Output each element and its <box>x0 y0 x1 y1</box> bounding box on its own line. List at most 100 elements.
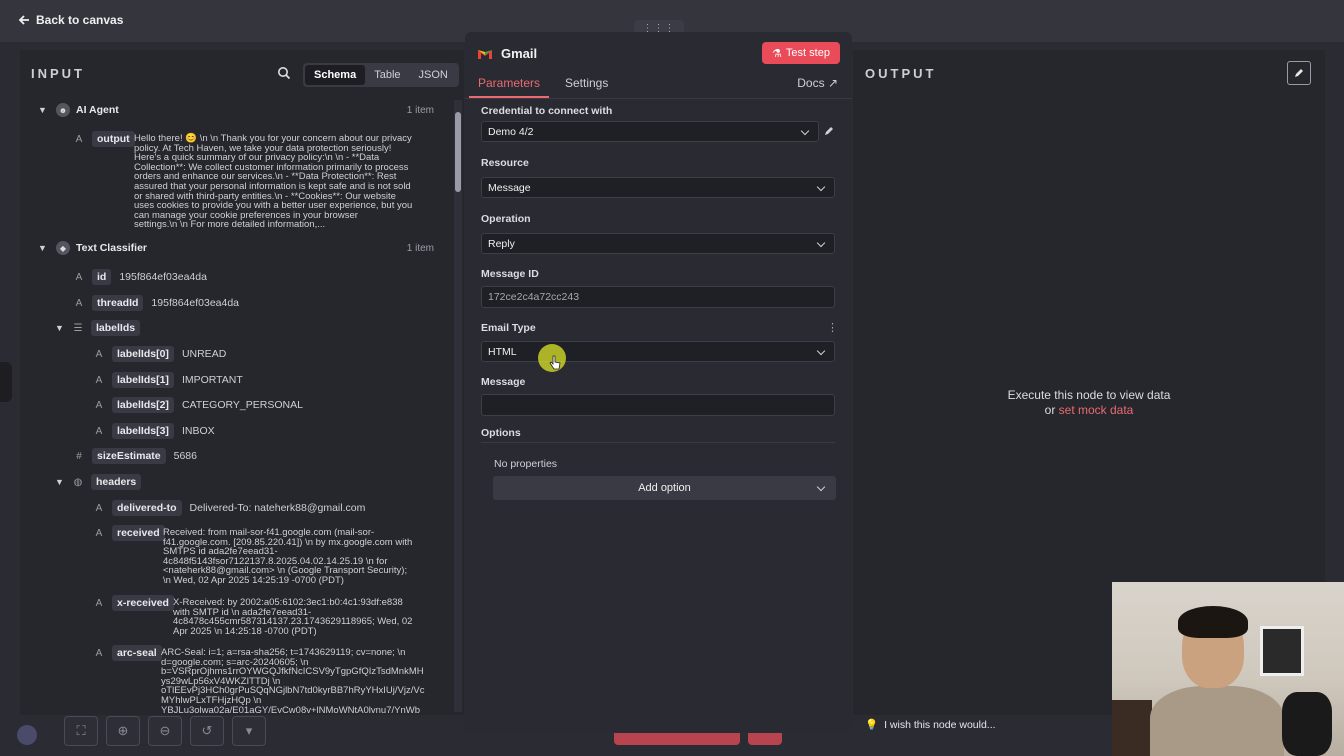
add-option-button[interactable]: Add option <box>493 476 836 500</box>
test-step-label: Test step <box>785 47 830 59</box>
text-classifier-label: Text Classifier <box>76 242 148 254</box>
string-type-icon: A <box>95 527 103 539</box>
view-table[interactable]: Table <box>365 65 409 85</box>
ai-agent-label: AI Agent <box>76 104 119 116</box>
execute-hint: Execute this node to view data <box>1007 388 1171 402</box>
labelid-key[interactable]: labelIds[3] <box>112 423 174 439</box>
docs-link[interactable]: Docs ↗ <box>797 76 838 90</box>
chevron-down-icon[interactable]: ▼ <box>38 243 48 253</box>
received-row: A received <box>90 525 165 541</box>
execute-workflow-button[interactable] <box>614 733 740 745</box>
test-step-button[interactable]: ⚗ Test step <box>762 42 840 64</box>
fit-view-icon[interactable]: ⛶ <box>64 716 98 746</box>
webcam-microphone <box>1282 692 1332 756</box>
chevron-down-icon[interactable]: ▼ <box>38 105 48 115</box>
operation-value: Reply <box>488 237 515 250</box>
arc-seal-row: A arc-seal <box>90 645 162 661</box>
arc-seal-key[interactable]: arc-seal <box>112 645 162 661</box>
input-panel: INPUT Schema Table JSON ▼ ☻ AI Agent 1 i… <box>20 50 464 715</box>
credential-select[interactable]: Demo 4/2 <box>481 121 819 142</box>
labelids-key[interactable]: labelIds <box>91 320 141 336</box>
list-icon: ☰ <box>73 322 83 334</box>
output-key[interactable]: output <box>92 131 135 147</box>
email-type-label: Email Type <box>481 322 536 334</box>
wish-text: I wish this node would... <box>884 718 996 731</box>
headers-key[interactable]: headers <box>91 474 142 490</box>
x-received-value: X-Received: by 2002:a05:6102:3ec1:b0:4c1… <box>173 597 413 637</box>
id-field-row: A id 195f864ef03ea4da <box>70 269 207 285</box>
edit-output-button[interactable] <box>1287 61 1311 85</box>
back-label: Back to canvas <box>36 13 124 27</box>
gmail-node-panel: Gmail ⚗ Test step Parameters Settings Do… <box>465 32 852 732</box>
labelid-key[interactable]: labelIds[0] <box>112 346 174 362</box>
gmail-icon <box>478 49 492 59</box>
search-icon[interactable] <box>277 66 291 80</box>
delivered-to-key[interactable]: delivered-to <box>112 500 182 516</box>
hand-cursor-icon <box>549 355 561 370</box>
lightbulb-icon: 💡 <box>865 719 879 731</box>
threadid-key[interactable]: threadId <box>92 295 144 311</box>
labelid-row: A labelIds[1] IMPORTANT <box>90 372 243 388</box>
labelid-key[interactable]: labelIds[2] <box>112 397 174 413</box>
robot-icon: ☻ <box>56 103 70 117</box>
or-text: or <box>1044 403 1056 417</box>
tab-parameters[interactable]: Parameters <box>478 76 540 90</box>
delivered-to-value: Delivered-To: nateherk88@gmail.com <box>189 502 366 514</box>
string-type-icon: A <box>95 425 103 437</box>
id-value: 195f864ef03ea4da <box>119 271 207 283</box>
pencil-icon <box>1295 69 1303 77</box>
received-value: Received: from mail-sor-f41.google.com (… <box>163 527 413 586</box>
set-mock-data-link[interactable]: set mock data <box>1059 403 1134 417</box>
external-link-icon: ↗ <box>827 76 838 90</box>
message-id-input[interactable]: 172ce2c4a72cc243 <box>481 286 835 308</box>
view-schema[interactable]: Schema <box>305 65 366 85</box>
resource-select[interactable]: Message <box>481 177 835 198</box>
scroll-thumb[interactable] <box>455 112 461 192</box>
zoom-out-icon[interactable]: ⊖ <box>148 716 182 746</box>
text-classifier-count: 1 item <box>406 242 434 254</box>
avatar[interactable] <box>17 725 37 745</box>
ai-agent-count: 1 item <box>406 104 434 116</box>
webcam-overlay <box>1112 582 1344 756</box>
threadid-value: 195f864ef03ea4da <box>151 297 240 309</box>
string-type-icon: A <box>75 297 83 309</box>
sizeestimate-field-row: # sizeEstimate 5686 <box>70 448 197 464</box>
back-to-canvas-button[interactable]: Back to canvas <box>18 13 123 27</box>
zoom-in-icon[interactable]: ⊕ <box>106 716 140 746</box>
resource-value: Message <box>488 181 531 194</box>
ai-agent-node-row[interactable]: ▼ ☻ AI Agent 1 item <box>38 103 458 117</box>
feedback-prompt[interactable]: 💡 I wish this node would... <box>865 718 996 732</box>
gmail-title: Gmail <box>501 46 538 61</box>
options-label: Options <box>481 427 521 439</box>
labelid-value: INBOX <box>181 425 215 437</box>
x-received-key[interactable]: x-received <box>112 595 174 611</box>
credential-value: Demo 4/2 <box>488 125 534 138</box>
chevron-down-icon[interactable]: ▼ <box>55 323 65 333</box>
mock-data-line: or set mock data <box>853 403 1325 417</box>
pencil-icon[interactable] <box>823 125 835 137</box>
view-switcher: Schema Table JSON <box>303 63 459 87</box>
trash-button[interactable] <box>748 733 782 745</box>
labelid-row: A labelIds[0] UNREAD <box>90 346 226 362</box>
message-input[interactable] <box>481 394 835 416</box>
undo-icon[interactable]: ↺ <box>190 716 224 746</box>
message-id-value: 172ce2c4a72cc243 <box>488 291 580 303</box>
chevron-down-icon[interactable]: ▼ <box>55 477 65 487</box>
docs-label: Docs <box>797 76 825 90</box>
output-title: OUTPUT <box>865 66 937 81</box>
sizeestimate-key[interactable]: sizeEstimate <box>92 448 166 464</box>
operation-select[interactable]: Reply <box>481 233 835 254</box>
id-key[interactable]: id <box>92 269 112 285</box>
view-json[interactable]: JSON <box>410 65 457 85</box>
message-id-label: Message ID <box>481 268 539 280</box>
tab-settings[interactable]: Settings <box>565 76 608 90</box>
left-edge-handle[interactable] <box>0 362 12 402</box>
string-type-icon: A <box>95 399 103 411</box>
text-classifier-node-row[interactable]: ▼ ◆ Text Classifier 1 item <box>38 241 458 255</box>
input-scrollbar[interactable] <box>454 100 462 712</box>
delete-icon[interactable]: ▾ <box>232 716 266 746</box>
labelid-key[interactable]: labelIds[1] <box>112 372 174 388</box>
received-key[interactable]: received <box>112 525 165 541</box>
more-options-icon[interactable]: ⋮ <box>827 321 838 334</box>
email-type-select[interactable]: HTML <box>481 341 835 362</box>
